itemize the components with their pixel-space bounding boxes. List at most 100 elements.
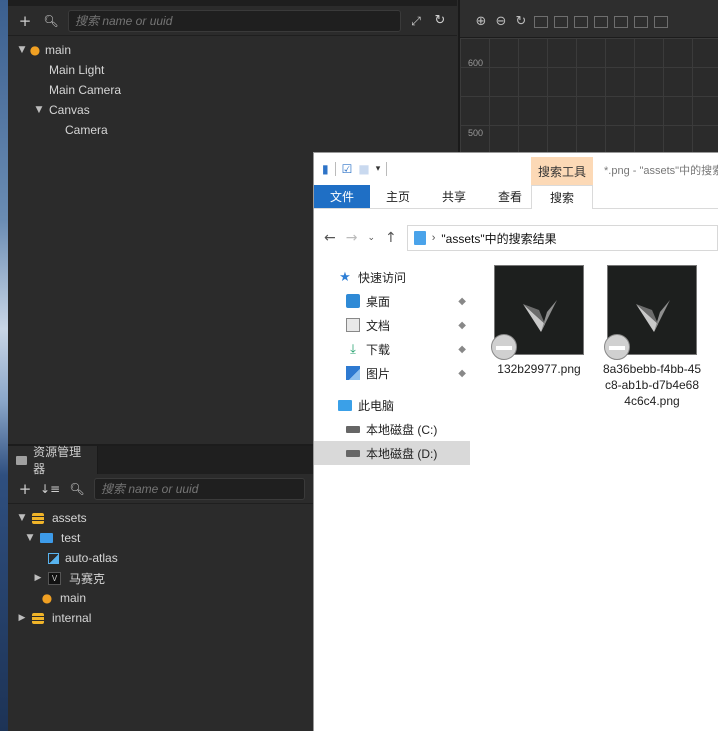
chevron-right-icon[interactable]: › xyxy=(432,232,436,244)
file-list: 132b29977.png 8a36bebb-f4bb-45c8-ab1b-d7… xyxy=(484,265,718,731)
add-asset-button[interactable]: + xyxy=(16,480,34,498)
up-arrow-icon[interactable]: ↑ xyxy=(385,230,397,246)
recent-locations-icon[interactable]: ⌄ xyxy=(367,233,375,243)
axis-label: 600 xyxy=(468,58,484,68)
properties-icon[interactable]: ☑ xyxy=(342,162,353,176)
assets-tree: ▼ assets ▼ test auto-atlas ▶ V 马赛克 ● mai… xyxy=(8,504,313,628)
reset-view-icon[interactable]: ↻ xyxy=(514,14,528,29)
nav-item-pictures[interactable]: 图片 ◆ xyxy=(314,361,470,385)
file-item[interactable]: 8a36bebb-f4bb-45c8-ab1b-d7b4e684c6c4.png xyxy=(602,265,702,409)
tree-node[interactable]: ▼ assets xyxy=(8,508,313,528)
address-field[interactable]: › "assets"中的搜索结果 xyxy=(406,225,718,251)
scene-icon: ● xyxy=(41,591,53,605)
zoom-in-icon[interactable]: ⊕ xyxy=(474,14,488,29)
zoom-out-icon[interactable]: ⊖ xyxy=(494,14,508,29)
tree-node-label: main xyxy=(60,591,87,605)
tree-node-label: main xyxy=(45,43,72,57)
caret-down-icon[interactable]: ▼ xyxy=(33,105,45,115)
nav-item-desktop[interactable]: 桌面 ◆ xyxy=(314,289,470,313)
caret-down-icon[interactable]: ▼ xyxy=(16,45,28,55)
search-tools-contextual-tab: 搜索工具 xyxy=(531,157,593,185)
nav-item-documents[interactable]: 文档 ◆ xyxy=(314,313,470,337)
ribbon-tab-label: 共享 xyxy=(441,190,466,204)
sort-icon[interactable]: ↓≡ xyxy=(40,480,60,498)
tree-node-label: 马赛克 xyxy=(69,571,106,586)
ribbon-tab-search[interactable]: 搜索 xyxy=(531,185,593,209)
tree-node[interactable]: Main Light xyxy=(8,60,457,80)
drive-icon xyxy=(346,449,360,457)
nav-item-quick-access[interactable]: ★ 快速访问 xyxy=(314,265,470,289)
align-left-icon[interactable] xyxy=(534,15,548,28)
nav-item-drive-d[interactable]: 本地磁盘 (D:) xyxy=(314,441,470,465)
file-thumbnail xyxy=(604,265,697,360)
refresh-icon[interactable]: ↻ xyxy=(431,12,449,30)
tree-node[interactable]: Main Camera xyxy=(8,80,457,100)
nav-item-label: 图片 xyxy=(366,366,391,381)
folder-icon xyxy=(16,455,28,465)
forward-arrow-icon[interactable]: → xyxy=(346,230,358,246)
ribbon-tab-label: 主页 xyxy=(385,190,410,204)
explorer-titlebar: ▮ ☑ ■ ▾ 搜索工具 *.png - "assets"中的搜索结果 xyxy=(314,153,718,185)
folder-icon xyxy=(40,533,53,543)
caret-right-icon[interactable]: ▶ xyxy=(16,613,28,623)
hierarchy-search-input[interactable] xyxy=(75,13,394,28)
customize-quick-access-icon[interactable]: ▾ xyxy=(376,164,381,174)
distribute-icon[interactable] xyxy=(654,15,668,28)
ribbon-tab-share[interactable]: 共享 xyxy=(426,185,482,208)
navigation-pane: ★ 快速访问 桌面 ◆ 文档 ◆ ⤓ 下载 ◆ 图片 ◆ 此电脑 本地磁盘 (C… xyxy=(314,265,470,731)
tree-node-label: auto-atlas xyxy=(65,551,118,565)
align-bottom-icon[interactable] xyxy=(634,15,648,28)
nav-item-label: 本地磁盘 (C:) xyxy=(366,422,438,437)
nav-item-label: 文档 xyxy=(366,318,391,333)
tree-node[interactable]: ● main xyxy=(8,588,313,608)
ribbon-tab-view[interactable]: 查看 xyxy=(482,185,538,208)
ribbon-tab-home[interactable]: 主页 xyxy=(370,185,426,208)
file-name: 132b29977.png xyxy=(497,362,581,376)
ribbon-tab-label: 搜索 xyxy=(549,191,574,205)
collapse-all-icon[interactable]: ⤢ xyxy=(407,12,425,30)
tree-node[interactable]: auto-atlas xyxy=(8,548,313,568)
pin-icon[interactable]: ◆ xyxy=(458,368,466,379)
caret-right-icon[interactable]: ▶ xyxy=(32,573,44,583)
back-arrow-icon[interactable]: ← xyxy=(324,230,336,246)
add-node-button[interactable]: + xyxy=(16,12,34,30)
ribbon-tab-file[interactable]: 文件 xyxy=(314,185,370,208)
pin-icon[interactable]: ◆ xyxy=(458,296,466,307)
caret-down-icon[interactable]: ▼ xyxy=(24,533,36,543)
tree-node[interactable]: ▼ test xyxy=(8,528,313,548)
explorer-body: ★ 快速访问 桌面 ◆ 文档 ◆ ⤓ 下载 ◆ 图片 ◆ 此电脑 本地磁盘 (C… xyxy=(314,257,718,731)
nav-item-drive-c[interactable]: 本地磁盘 (C:) xyxy=(314,417,470,441)
divider xyxy=(386,162,388,176)
divider xyxy=(334,162,336,176)
file-item[interactable]: 132b29977.png xyxy=(489,265,589,377)
desktop-background xyxy=(0,0,8,731)
tree-node[interactable]: ▼ ● main xyxy=(8,40,457,60)
tree-node[interactable]: ▼ Canvas xyxy=(8,100,457,120)
nav-item-this-pc[interactable]: 此电脑 xyxy=(314,393,470,417)
assets-tab[interactable]: 资源管理器 xyxy=(8,445,98,476)
align-right-icon[interactable] xyxy=(574,15,588,28)
pin-icon[interactable]: ◆ xyxy=(458,320,466,331)
hierarchy-search-field[interactable] xyxy=(68,9,401,32)
nav-item-label: 快速访问 xyxy=(358,270,407,285)
new-folder-icon[interactable]: ■ xyxy=(358,162,369,176)
pin-icon[interactable]: ◆ xyxy=(458,344,466,355)
assets-search-field[interactable] xyxy=(94,477,305,500)
caret-down-icon[interactable]: ▼ xyxy=(16,513,28,523)
download-icon: ⤓ xyxy=(350,341,356,357)
assets-toolbar: + ↓≡ 🔍︎ xyxy=(8,474,313,504)
tree-node[interactable]: ▶ internal xyxy=(8,608,313,628)
assets-search-input[interactable] xyxy=(101,481,298,496)
search-type-button[interactable]: 🔍︎ xyxy=(66,480,88,498)
database-icon xyxy=(32,612,44,624)
scene-toolbar: ⊕ ⊖ ↻ xyxy=(460,0,718,38)
window-title: *.png - "assets"中的搜索结果 xyxy=(604,165,718,177)
nav-item-downloads[interactable]: ⤓ 下载 ◆ xyxy=(314,337,470,361)
search-type-button[interactable]: 🔍︎ xyxy=(40,12,62,30)
align-top-icon[interactable] xyxy=(594,15,608,28)
align-center-icon[interactable] xyxy=(554,15,568,28)
tree-node[interactable]: Camera xyxy=(8,120,457,140)
tree-node-label: Main Light xyxy=(49,63,105,77)
align-middle-icon[interactable] xyxy=(614,15,628,28)
tree-node[interactable]: ▶ V 马赛克 xyxy=(8,568,313,588)
